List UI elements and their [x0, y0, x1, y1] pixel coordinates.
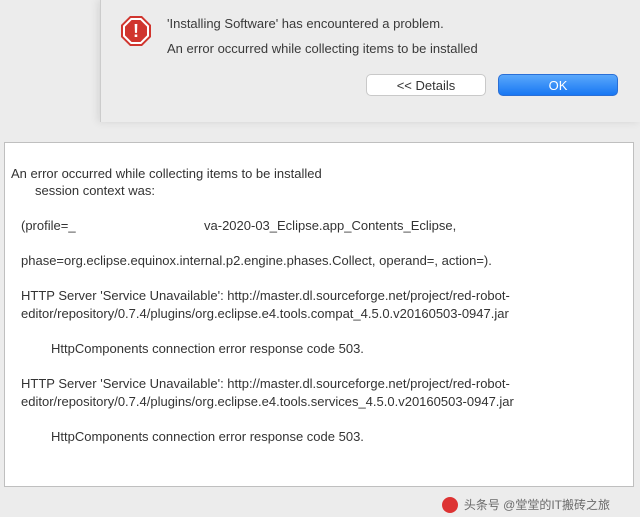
watermark-text: 头条号 @堂堂的IT搬砖之旅 — [464, 496, 610, 513]
detail-line: HTTP Server 'Service Unavailable': http:… — [11, 375, 627, 410]
watermark-icon — [442, 497, 458, 513]
redacted-text — [76, 221, 154, 233]
dialog-subtitle: An error occurred while collecting items… — [167, 41, 622, 56]
dialog-title: 'Installing Software' has encountered a … — [167, 16, 622, 31]
error-details-panel: An error occurred while collecting items… — [4, 142, 634, 487]
error-dialog: ! 'Installing Software' has encountered … — [100, 0, 640, 122]
detail-line: HTTP Server 'Service Unavailable': http:… — [11, 287, 627, 322]
detail-line: HttpComponents connection error response… — [11, 340, 627, 358]
error-icon: ! — [119, 14, 153, 48]
watermark: 头条号 @堂堂的IT搬砖之旅 — [442, 496, 610, 513]
detail-line: An error occurred while collecting items… — [11, 166, 322, 181]
redacted-text — [168, 221, 204, 233]
error-details-text: An error occurred while collecting items… — [5, 143, 633, 484]
dialog-messages: 'Installing Software' has encountered a … — [167, 14, 622, 56]
detail-line: phase=org.eclipse.equinox.internal.p2.en… — [11, 252, 627, 270]
details-button[interactable]: << Details — [366, 74, 486, 96]
detail-line: HttpComponents connection error response… — [11, 428, 627, 446]
ok-button[interactable]: OK — [498, 74, 618, 96]
dialog-button-row: << Details OK — [101, 60, 640, 110]
dialog-header: ! 'Installing Software' has encountered … — [101, 0, 640, 60]
detail-line: session context was: — [11, 182, 627, 200]
detail-line: (profile=_ va-2020-03_Eclipse.app_Conten… — [11, 217, 627, 235]
